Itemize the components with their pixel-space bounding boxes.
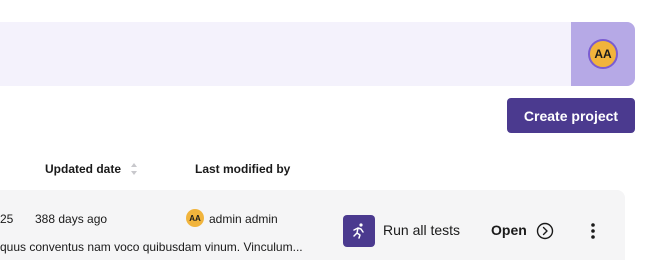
user-menu[interactable]: AA — [571, 22, 635, 86]
create-project-button[interactable]: Create project — [507, 98, 635, 133]
sort-icon[interactable] — [130, 161, 138, 177]
kebab-menu-icon[interactable] — [584, 221, 602, 241]
top-bar — [0, 22, 635, 86]
updated-date-cell: 388 days ago — [35, 212, 108, 226]
run-all-tests-button[interactable]: Run all tests — [383, 222, 460, 238]
column-header-last-modified-by[interactable]: Last modified by — [195, 162, 290, 176]
running-person-icon[interactable] — [343, 215, 375, 247]
modified-by-name: admin admin — [209, 212, 278, 226]
created-date-cell: 25 — [0, 212, 14, 226]
user-avatar[interactable]: AA — [588, 39, 618, 69]
modified-by-avatar: AA — [186, 209, 204, 227]
project-description: quus conventus nam voco quibusdam vinum.… — [0, 240, 303, 254]
column-header-updated-date[interactable]: Updated date — [45, 162, 121, 176]
open-project-link[interactable]: Open — [491, 222, 527, 238]
chevron-right-circle-icon[interactable] — [536, 222, 554, 240]
